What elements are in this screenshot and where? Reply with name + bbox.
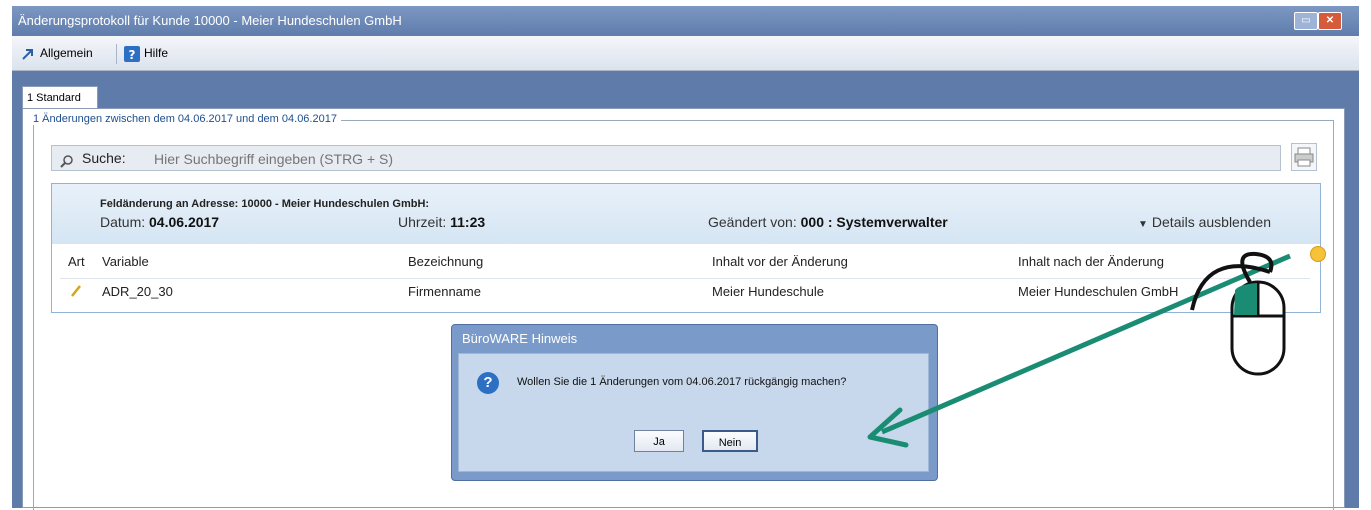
cell-vorher: Meier Hundeschule bbox=[712, 284, 825, 299]
toolbar: Allgemein ? Hilfe bbox=[12, 36, 1359, 71]
undo-icon[interactable] bbox=[1310, 246, 1326, 262]
group-border-right bbox=[1333, 120, 1334, 510]
group-label: 1 Änderungen zwischen dem 04.06.2017 und… bbox=[33, 113, 341, 125]
time-label: Uhrzeit: bbox=[398, 214, 447, 230]
restore-button[interactable]: ▭ bbox=[1294, 12, 1318, 30]
help-icon: ? bbox=[124, 45, 140, 62]
details-toggle[interactable]: ▼ Details ausblenden bbox=[1138, 214, 1271, 230]
toolbar-hilfe-label: Hilfe bbox=[144, 46, 169, 60]
dialog-message: Wollen Sie die 1 Änderungen vom 04.06.20… bbox=[517, 376, 847, 388]
no-button[interactable]: Nein bbox=[702, 430, 758, 452]
tab-standard[interactable]: 1 Standard bbox=[22, 86, 98, 108]
pencil-icon bbox=[70, 284, 82, 301]
change-title: Feldänderung an Adresse: 10000 - Meier H… bbox=[100, 198, 430, 210]
search-label: Suche: bbox=[82, 150, 126, 166]
date-label: Datum: bbox=[100, 214, 146, 230]
change-user: Geändert von: 000 : Systemverwalter bbox=[708, 214, 948, 230]
yes-button[interactable]: Ja bbox=[634, 430, 684, 452]
change-header: Feldänderung an Adresse: 10000 - Meier H… bbox=[52, 184, 1320, 244]
time-value: 11:23 bbox=[450, 214, 486, 230]
confirm-dialog: BüroWARE Hinweis ? Wollen Sie die 1 Ände… bbox=[451, 324, 938, 481]
col-header-bezeichnung: Bezeichnung bbox=[408, 254, 484, 269]
title-bar: Änderungsprotokoll für Kunde 10000 - Mei… bbox=[12, 6, 1359, 36]
toolbar-separator bbox=[116, 44, 117, 64]
search-bar: Suche: bbox=[51, 145, 1281, 171]
details-toggle-label: Details ausblenden bbox=[1151, 214, 1271, 230]
col-header-vorher: Inhalt vor der Änderung bbox=[712, 254, 848, 269]
printer-icon bbox=[1292, 147, 1316, 174]
change-panel: Feldänderung an Adresse: 10000 - Meier H… bbox=[51, 183, 1326, 313]
toolbar-allgemein-label: Allgemein bbox=[40, 46, 93, 60]
dialog-title: BüroWARE Hinweis bbox=[462, 331, 578, 346]
cell-bezeichnung: Firmenname bbox=[408, 284, 481, 299]
col-header-nachher: Inhalt nach der Änderung bbox=[1018, 254, 1164, 269]
svg-text:?: ? bbox=[129, 48, 136, 62]
dialog-body: ? Wollen Sie die 1 Änderungen vom 04.06.… bbox=[458, 353, 929, 472]
question-icon: ? bbox=[477, 372, 499, 394]
date-value: 04.06.2017 bbox=[149, 214, 220, 230]
toolbar-hilfe[interactable]: ? Hilfe bbox=[124, 44, 168, 62]
toolbar-allgemein[interactable]: Allgemein bbox=[20, 44, 93, 62]
search-icon bbox=[60, 152, 73, 168]
cell-nachher: Meier Hundeschulen GmbH bbox=[1018, 284, 1179, 299]
changed-by-value: 000 : Systemverwalter bbox=[800, 214, 948, 230]
arrow-up-right-icon bbox=[20, 46, 36, 62]
col-header-art: Art bbox=[68, 254, 85, 269]
cell-variable: ADR_20_30 bbox=[102, 284, 173, 299]
triangle-down-icon: ▼ bbox=[1138, 219, 1148, 230]
table-divider bbox=[60, 278, 1310, 279]
col-header-variable: Variable bbox=[102, 254, 149, 269]
search-input[interactable] bbox=[152, 147, 1056, 171]
change-time: Uhrzeit: 11:23 bbox=[398, 214, 485, 230]
print-button[interactable] bbox=[1291, 143, 1317, 171]
close-button[interactable]: ✕ bbox=[1318, 12, 1342, 30]
change-date: Datum: 04.06.2017 bbox=[100, 214, 219, 230]
group-border-left bbox=[33, 120, 34, 510]
window-title: Änderungsprotokoll für Kunde 10000 - Mei… bbox=[18, 13, 402, 28]
changed-by-label: Geändert von: bbox=[708, 214, 797, 230]
